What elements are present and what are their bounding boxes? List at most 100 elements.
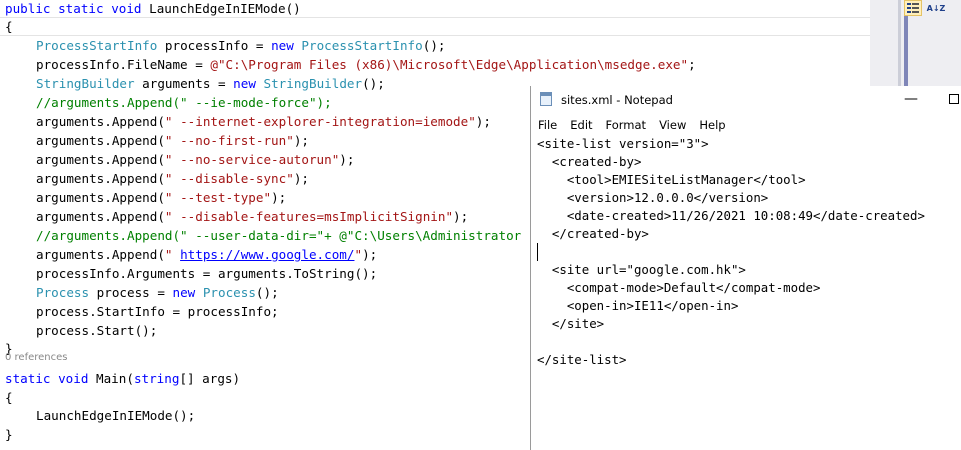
code-text: ); [271, 190, 287, 205]
code-text: arguments.Append( [36, 247, 165, 262]
code-text: processInfo.Arguments = arguments.ToStri… [36, 266, 378, 281]
code-text: arguments.Append( [36, 152, 165, 167]
keyword: public [5, 1, 51, 16]
code-line[interactable]: arguments.Append(" https://www.google.co… [36, 245, 377, 264]
code-line[interactable]: LaunchEdgeInIEMode(); [36, 406, 195, 425]
keyword: new [233, 76, 256, 91]
type-name: Process [36, 285, 90, 300]
categorized-icon[interactable] [904, 0, 922, 16]
code-text: arguments.Append( [36, 114, 165, 129]
code-text: (); [255, 285, 279, 300]
code-line[interactable]: Process process = new Process(); [36, 283, 279, 302]
code-line[interactable]: arguments.Append(" --no-first-run"); [36, 131, 309, 150]
url-link[interactable]: https://www.google.com/ [180, 247, 354, 262]
code-line-comment[interactable]: //arguments.Append(" --user-data-dir="+ … [36, 226, 521, 245]
code-text: arguments = [134, 76, 234, 91]
code-line[interactable]: } [5, 425, 13, 444]
string-literal: @"C:\Program Files (x86)\Microsoft\Edge\… [210, 57, 689, 72]
code-text: arguments.Append( [36, 209, 165, 224]
panel-divider [898, 0, 901, 95]
code-text: Main( [88, 371, 134, 386]
maximize-button[interactable] [949, 94, 959, 104]
string-literal: " [354, 247, 363, 262]
notepad-app-icon [540, 92, 552, 106]
code-text: ); [339, 152, 355, 167]
type-name: Process [202, 285, 256, 300]
type-name: StringBuilder [36, 76, 135, 91]
text-line: <open-in>IE11</open-in> [537, 298, 739, 313]
keyword: void [58, 371, 89, 386]
notepad-menu-bar: File Edit Format View Help [531, 115, 961, 135]
code-line[interactable]: ProcessStartInfo processInfo = new Proce… [36, 36, 445, 55]
text-line: <site-list version="3"> [537, 136, 709, 151]
code-line[interactable]: processInfo.FileName = @"C:\Program File… [36, 55, 696, 74]
string-literal: " [164, 247, 181, 262]
text-line: <tool>EMIESiteListManager</tool> [537, 172, 806, 187]
code-text: process = [89, 285, 173, 300]
keyword: void [111, 1, 142, 16]
keyword: static [58, 1, 104, 16]
menu-help[interactable]: Help [692, 115, 731, 135]
code-line[interactable]: processInfo.Arguments = arguments.ToStri… [36, 264, 377, 283]
code-text: [] args) [179, 371, 241, 386]
code-text: arguments.Append( [36, 190, 165, 205]
keyword: static [5, 371, 51, 386]
string-literal: " --disable-features=msImplicitSignin" [164, 209, 454, 224]
menu-file[interactable]: File [531, 115, 563, 135]
text-line: <version>12.0.0.0</version> [537, 190, 769, 205]
alphabetical-sort-icon[interactable]: A↓Z [927, 0, 946, 16]
code-line-comment[interactable]: //arguments.Append(" --ie-mode-force"); [36, 93, 332, 112]
menu-view[interactable]: View [652, 115, 692, 135]
text-line: </site-list> [537, 352, 627, 367]
code-line[interactable]: arguments.Append(" --disable-sync"); [36, 169, 309, 188]
categorized-glyph [907, 3, 919, 13]
text-line: </site> [537, 316, 605, 331]
text-line: <site url="google.com.hk"> [537, 262, 746, 277]
codelens-references[interactable]: 0 references [5, 352, 68, 363]
code-line[interactable]: process.Start(); [36, 321, 157, 340]
text-line: <created-by> [537, 154, 642, 169]
code-text: process.StartInfo = processInfo; [36, 304, 279, 319]
keyword: string [133, 371, 180, 386]
code-line[interactable]: arguments.Append(" --no-service-autorun"… [36, 150, 354, 169]
code-text: ); [293, 171, 309, 186]
current-line-highlight [0, 17, 870, 36]
code-text: LaunchEdgeInIEMode(); [36, 408, 196, 423]
brace: { [5, 390, 13, 405]
code-text: (); [362, 76, 385, 91]
code-text: ); [293, 133, 309, 148]
text-line: <compat-mode>Default</compat-mode> [537, 280, 821, 295]
code-text: processInfo.FileName = [36, 57, 211, 72]
notepad-title-bar[interactable]: sites.xml - Notepad — [531, 86, 961, 114]
code-text: ); [362, 247, 378, 262]
code-line[interactable]: arguments.Append(" --disable-features=ms… [36, 207, 468, 226]
code-line[interactable]: { [5, 388, 13, 407]
string-literal: " --disable-sync" [164, 171, 294, 186]
method-signature: LaunchEdgeInIEMode() [141, 1, 301, 16]
code-line[interactable]: arguments.Append(" --test-type"); [36, 188, 286, 207]
notepad-window[interactable]: sites.xml - Notepad — File Edit Format V… [530, 86, 961, 450]
menu-edit[interactable]: Edit [563, 115, 598, 135]
code-line[interactable]: StringBuilder arguments = new StringBuil… [36, 74, 385, 93]
code-line[interactable]: public static void LaunchEdgeInIEMode() [5, 0, 301, 18]
minimize-button[interactable]: — [901, 89, 921, 109]
code-line[interactable]: arguments.Append(" --internet-explorer-i… [36, 112, 491, 131]
window-title: sites.xml - Notepad [561, 93, 673, 107]
code-line[interactable]: static void Main(string[] args) [5, 369, 240, 388]
code-line[interactable]: process.StartInfo = processInfo; [36, 302, 279, 321]
code-text: processInfo = [157, 38, 272, 53]
keyword: new [271, 38, 294, 53]
string-literal: " --no-service-autorun" [164, 152, 340, 167]
comment: //arguments.Append(" --user-data-dir="+ … [36, 228, 522, 243]
notepad-text-area[interactable]: <site-list version="3"> <created-by> <to… [531, 135, 961, 450]
code-text: ); [475, 114, 491, 129]
string-literal: " --test-type" [164, 190, 272, 205]
menu-format[interactable]: Format [599, 115, 653, 135]
text-line: </created-by> [537, 226, 649, 241]
code-line[interactable]: { [5, 17, 13, 36]
code-text: arguments.Append( [36, 171, 165, 186]
text-caret [537, 243, 538, 261]
